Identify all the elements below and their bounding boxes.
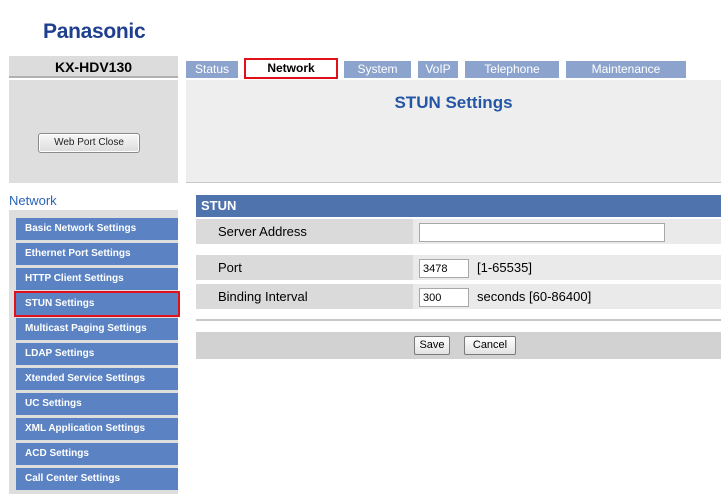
button-bar: Save Cancel bbox=[196, 332, 721, 359]
port-input[interactable] bbox=[419, 259, 469, 278]
binding-interval-label: Binding Interval bbox=[218, 289, 308, 304]
port-label: Port bbox=[218, 260, 242, 275]
sidebar-item-ethernet-port-settings[interactable]: Ethernet Port Settings bbox=[16, 243, 178, 265]
port-value-cell: [1-65535] bbox=[413, 255, 721, 280]
cancel-button[interactable]: Cancel bbox=[464, 336, 516, 355]
sidebar-item-acd-settings[interactable]: ACD Settings bbox=[16, 443, 178, 465]
sidebar-item-xtended-service-settings[interactable]: Xtended Service Settings bbox=[16, 368, 178, 390]
port-range-hint: [1-65535] bbox=[477, 260, 532, 275]
main-tabs: Status Network System VoIP Telephone Mai… bbox=[186, 58, 693, 79]
port-row: Port [1-65535] bbox=[196, 255, 721, 280]
server-address-label: Server Address bbox=[218, 224, 307, 239]
tab-voip[interactable]: VoIP bbox=[418, 61, 458, 78]
sidebar-top-panel bbox=[9, 80, 178, 183]
sidebar-item-uc-settings[interactable]: UC Settings bbox=[16, 393, 178, 415]
panasonic-logo: Panasonic bbox=[43, 20, 146, 43]
sidebar-item-http-client-settings[interactable]: HTTP Client Settings bbox=[16, 268, 178, 290]
sidebar-item-ldap-settings[interactable]: LDAP Settings bbox=[16, 343, 178, 365]
binding-interval-input[interactable] bbox=[419, 288, 469, 307]
tab-status[interactable]: Status bbox=[186, 61, 238, 78]
sidebar-item-basic-network-settings[interactable]: Basic Network Settings bbox=[16, 218, 178, 240]
server-address-input[interactable] bbox=[419, 223, 665, 242]
web-port-close-button[interactable]: Web Port Close bbox=[38, 133, 140, 153]
sidebar-item-multicast-paging-settings[interactable]: Multicast Paging Settings bbox=[16, 318, 178, 340]
save-button[interactable]: Save bbox=[414, 336, 450, 355]
model-name: KX-HDV130 bbox=[9, 56, 178, 78]
binding-interval-value-cell: seconds [60-86400] bbox=[413, 284, 721, 309]
sidebar-section-title: Network bbox=[9, 193, 57, 208]
sidebar-item-stun-settings[interactable]: STUN Settings bbox=[14, 291, 180, 317]
server-address-value-cell bbox=[413, 219, 721, 244]
sidebar-nav: Basic Network Settings Ethernet Port Set… bbox=[14, 218, 180, 493]
form-divider bbox=[196, 319, 721, 321]
page-title: STUN Settings bbox=[394, 93, 513, 112]
server-address-row: Server Address bbox=[196, 219, 721, 244]
sidebar-item-xml-application-settings[interactable]: XML Application Settings bbox=[16, 418, 178, 440]
tab-telephone[interactable]: Telephone bbox=[465, 61, 559, 78]
binding-interval-row: Binding Interval seconds [60-86400] bbox=[196, 284, 721, 309]
tab-maintenance[interactable]: Maintenance bbox=[566, 61, 686, 78]
section-header-stun: STUN bbox=[196, 195, 721, 217]
binding-interval-range-hint: seconds [60-86400] bbox=[477, 289, 592, 304]
tab-network[interactable]: Network bbox=[244, 58, 338, 79]
tab-system[interactable]: System bbox=[344, 61, 411, 78]
sidebar-item-call-center-settings[interactable]: Call Center Settings bbox=[16, 468, 178, 490]
